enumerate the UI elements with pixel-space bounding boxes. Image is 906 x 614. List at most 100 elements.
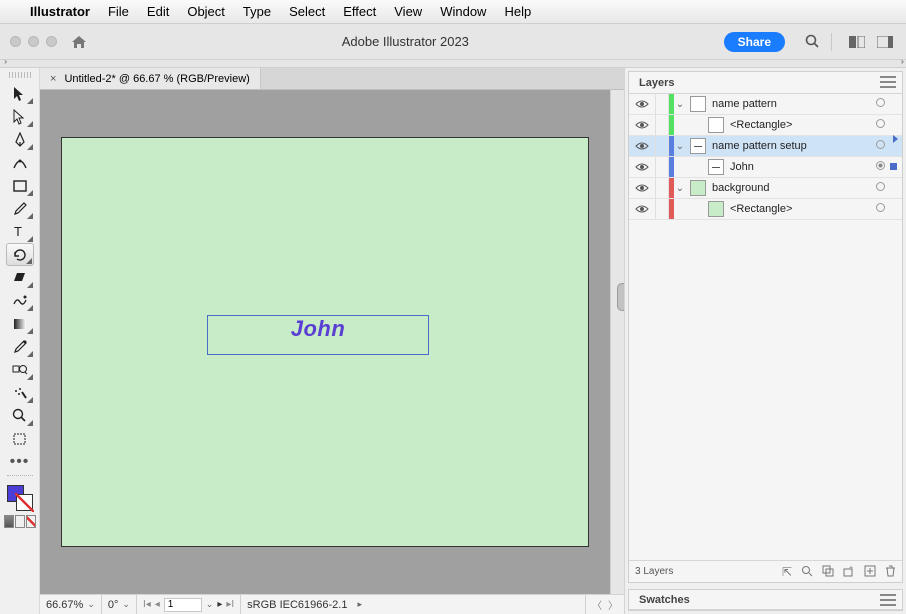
disclosure-triangle[interactable]: ⌄ xyxy=(674,141,686,152)
new-sublayer-icon[interactable]: + xyxy=(843,565,855,579)
share-button[interactable]: Share xyxy=(724,32,785,52)
locate-object-icon[interactable] xyxy=(801,565,813,579)
menu-window[interactable]: Window xyxy=(440,4,486,19)
first-artboard-icon[interactable]: I◂ xyxy=(143,599,151,610)
last-artboard-icon[interactable]: ▸I xyxy=(226,599,234,610)
selection-tool[interactable] xyxy=(6,82,34,105)
gradient-tool[interactable] xyxy=(6,312,34,335)
menu-help[interactable]: Help xyxy=(504,4,531,19)
menu-object[interactable]: Object xyxy=(187,4,225,19)
pen-tool[interactable] xyxy=(6,128,34,151)
target-icon[interactable] xyxy=(870,203,890,215)
selected-text-frame[interactable]: John xyxy=(207,315,429,355)
layer-row[interactable]: ⌄ name pattern setup xyxy=(629,136,902,157)
rotate-tool[interactable] xyxy=(6,243,34,266)
menu-file[interactable]: File xyxy=(108,4,129,19)
lock-toggle[interactable] xyxy=(655,199,669,219)
chevron-down-icon[interactable]: ⌄ xyxy=(87,599,95,610)
eyedropper-tool[interactable] xyxy=(6,335,34,358)
layer-row[interactable]: John xyxy=(629,157,902,178)
paintbrush-tool[interactable] xyxy=(6,197,34,220)
layer-name-label[interactable]: name pattern xyxy=(710,98,870,110)
menu-type[interactable]: Type xyxy=(243,4,271,19)
search-icon[interactable] xyxy=(801,31,823,53)
edit-toolbar-icon[interactable]: ••• xyxy=(6,450,34,473)
menu-view[interactable]: View xyxy=(394,4,422,19)
type-tool[interactable]: T xyxy=(6,220,34,243)
symbol-sprayer-tool[interactable] xyxy=(6,381,34,404)
close-tab-icon[interactable]: × xyxy=(50,73,56,85)
menu-effect[interactable]: Effect xyxy=(343,4,376,19)
target-icon[interactable] xyxy=(870,182,890,194)
target-icon[interactable] xyxy=(870,161,890,173)
visibility-toggle[interactable] xyxy=(629,99,655,109)
panel-menu-icon[interactable] xyxy=(880,76,896,88)
visibility-toggle[interactable] xyxy=(629,141,655,151)
layer-name-label[interactable]: <Rectangle> xyxy=(728,203,870,215)
layer-name-label[interactable]: background xyxy=(710,182,870,194)
layer-name-label[interactable]: name pattern setup xyxy=(710,140,870,152)
artboard-tool[interactable] xyxy=(6,427,34,450)
target-icon[interactable] xyxy=(870,98,890,110)
zoom-field[interactable]: 66.67%⌄ xyxy=(40,595,102,614)
clipping-mask-icon[interactable] xyxy=(822,565,834,579)
lock-toggle[interactable] xyxy=(655,94,669,114)
visibility-toggle[interactable] xyxy=(629,183,655,193)
layer-name-label[interactable]: <Rectangle> xyxy=(728,119,870,131)
direct-selection-tool[interactable] xyxy=(6,105,34,128)
menu-select[interactable]: Select xyxy=(289,4,325,19)
app-menu[interactable]: Illustrator xyxy=(30,4,90,19)
delete-layer-icon[interactable] xyxy=(885,565,896,579)
control-bar-collapsed[interactable] xyxy=(0,60,906,68)
fill-stroke-swatch[interactable] xyxy=(7,485,33,511)
curvature-tool[interactable] xyxy=(6,151,34,174)
lock-toggle[interactable] xyxy=(655,136,669,156)
lock-toggle[interactable] xyxy=(655,115,669,135)
h-scroll-arrows[interactable]: 〈〉 xyxy=(586,597,624,612)
rotate-field[interactable]: 0°⌄ xyxy=(102,595,137,614)
artboard-nav[interactable]: I◂ ◂ ⌄ ▸ ▸I xyxy=(137,595,241,614)
color-profile-label[interactable]: sRGB IEC61966-2.1▸ xyxy=(241,595,586,614)
layers-tab[interactable]: Layers xyxy=(629,77,684,89)
chevron-down-icon[interactable]: ⌄ xyxy=(122,599,130,610)
draw-modes[interactable] xyxy=(4,515,36,528)
prev-artboard-icon[interactable]: ◂ xyxy=(155,599,160,610)
layer-name-label[interactable]: John xyxy=(728,161,870,173)
disclosure-triangle[interactable]: ⌄ xyxy=(674,183,686,194)
visibility-toggle[interactable] xyxy=(629,204,655,214)
artboard-number-input[interactable] xyxy=(164,598,202,612)
menu-edit[interactable]: Edit xyxy=(147,4,169,19)
arrange-documents-icon[interactable] xyxy=(846,31,868,53)
next-artboard-icon[interactable]: ▸ xyxy=(217,599,222,610)
eraser-tool[interactable] xyxy=(6,266,34,289)
layer-row[interactable]: ⌄ name pattern xyxy=(629,94,902,115)
export-icon[interactable]: ⇱ xyxy=(782,565,792,579)
chevron-down-icon[interactable]: ⌄ xyxy=(206,599,214,610)
panel-menu-icon[interactable] xyxy=(880,594,896,606)
swatches-tab[interactable]: Swatches xyxy=(629,594,700,606)
layer-row[interactable]: <Rectangle> xyxy=(629,115,902,136)
disclosure-triangle[interactable]: ⌄ xyxy=(674,99,686,110)
visibility-toggle[interactable] xyxy=(629,120,655,130)
home-icon[interactable] xyxy=(71,35,87,49)
new-layer-icon[interactable] xyxy=(864,565,876,579)
canvas-viewport[interactable]: John xyxy=(40,90,624,594)
target-icon[interactable] xyxy=(870,140,890,152)
document-tab[interactable]: × Untitled-2* @ 66.67 % (RGB/Preview) xyxy=(40,68,261,89)
workspace-switcher-icon[interactable] xyxy=(874,31,896,53)
artboard[interactable]: John xyxy=(61,137,589,547)
blend-tool[interactable] xyxy=(6,358,34,381)
panel-grip[interactable] xyxy=(9,72,31,78)
layer-row[interactable]: <Rectangle> xyxy=(629,199,902,220)
lock-toggle[interactable] xyxy=(655,157,669,177)
target-icon[interactable] xyxy=(870,119,890,131)
lock-toggle[interactable] xyxy=(655,178,669,198)
free-transform-tool[interactable] xyxy=(6,289,34,312)
zoom-tool[interactable] xyxy=(6,404,34,427)
traffic-lights[interactable] xyxy=(10,36,57,47)
chevron-right-icon[interactable]: ▸ xyxy=(357,599,362,610)
rectangle-tool[interactable] xyxy=(6,174,34,197)
visibility-toggle[interactable] xyxy=(629,162,655,172)
vertical-scrollbar[interactable] xyxy=(610,90,624,594)
layer-row[interactable]: ⌄ background xyxy=(629,178,902,199)
